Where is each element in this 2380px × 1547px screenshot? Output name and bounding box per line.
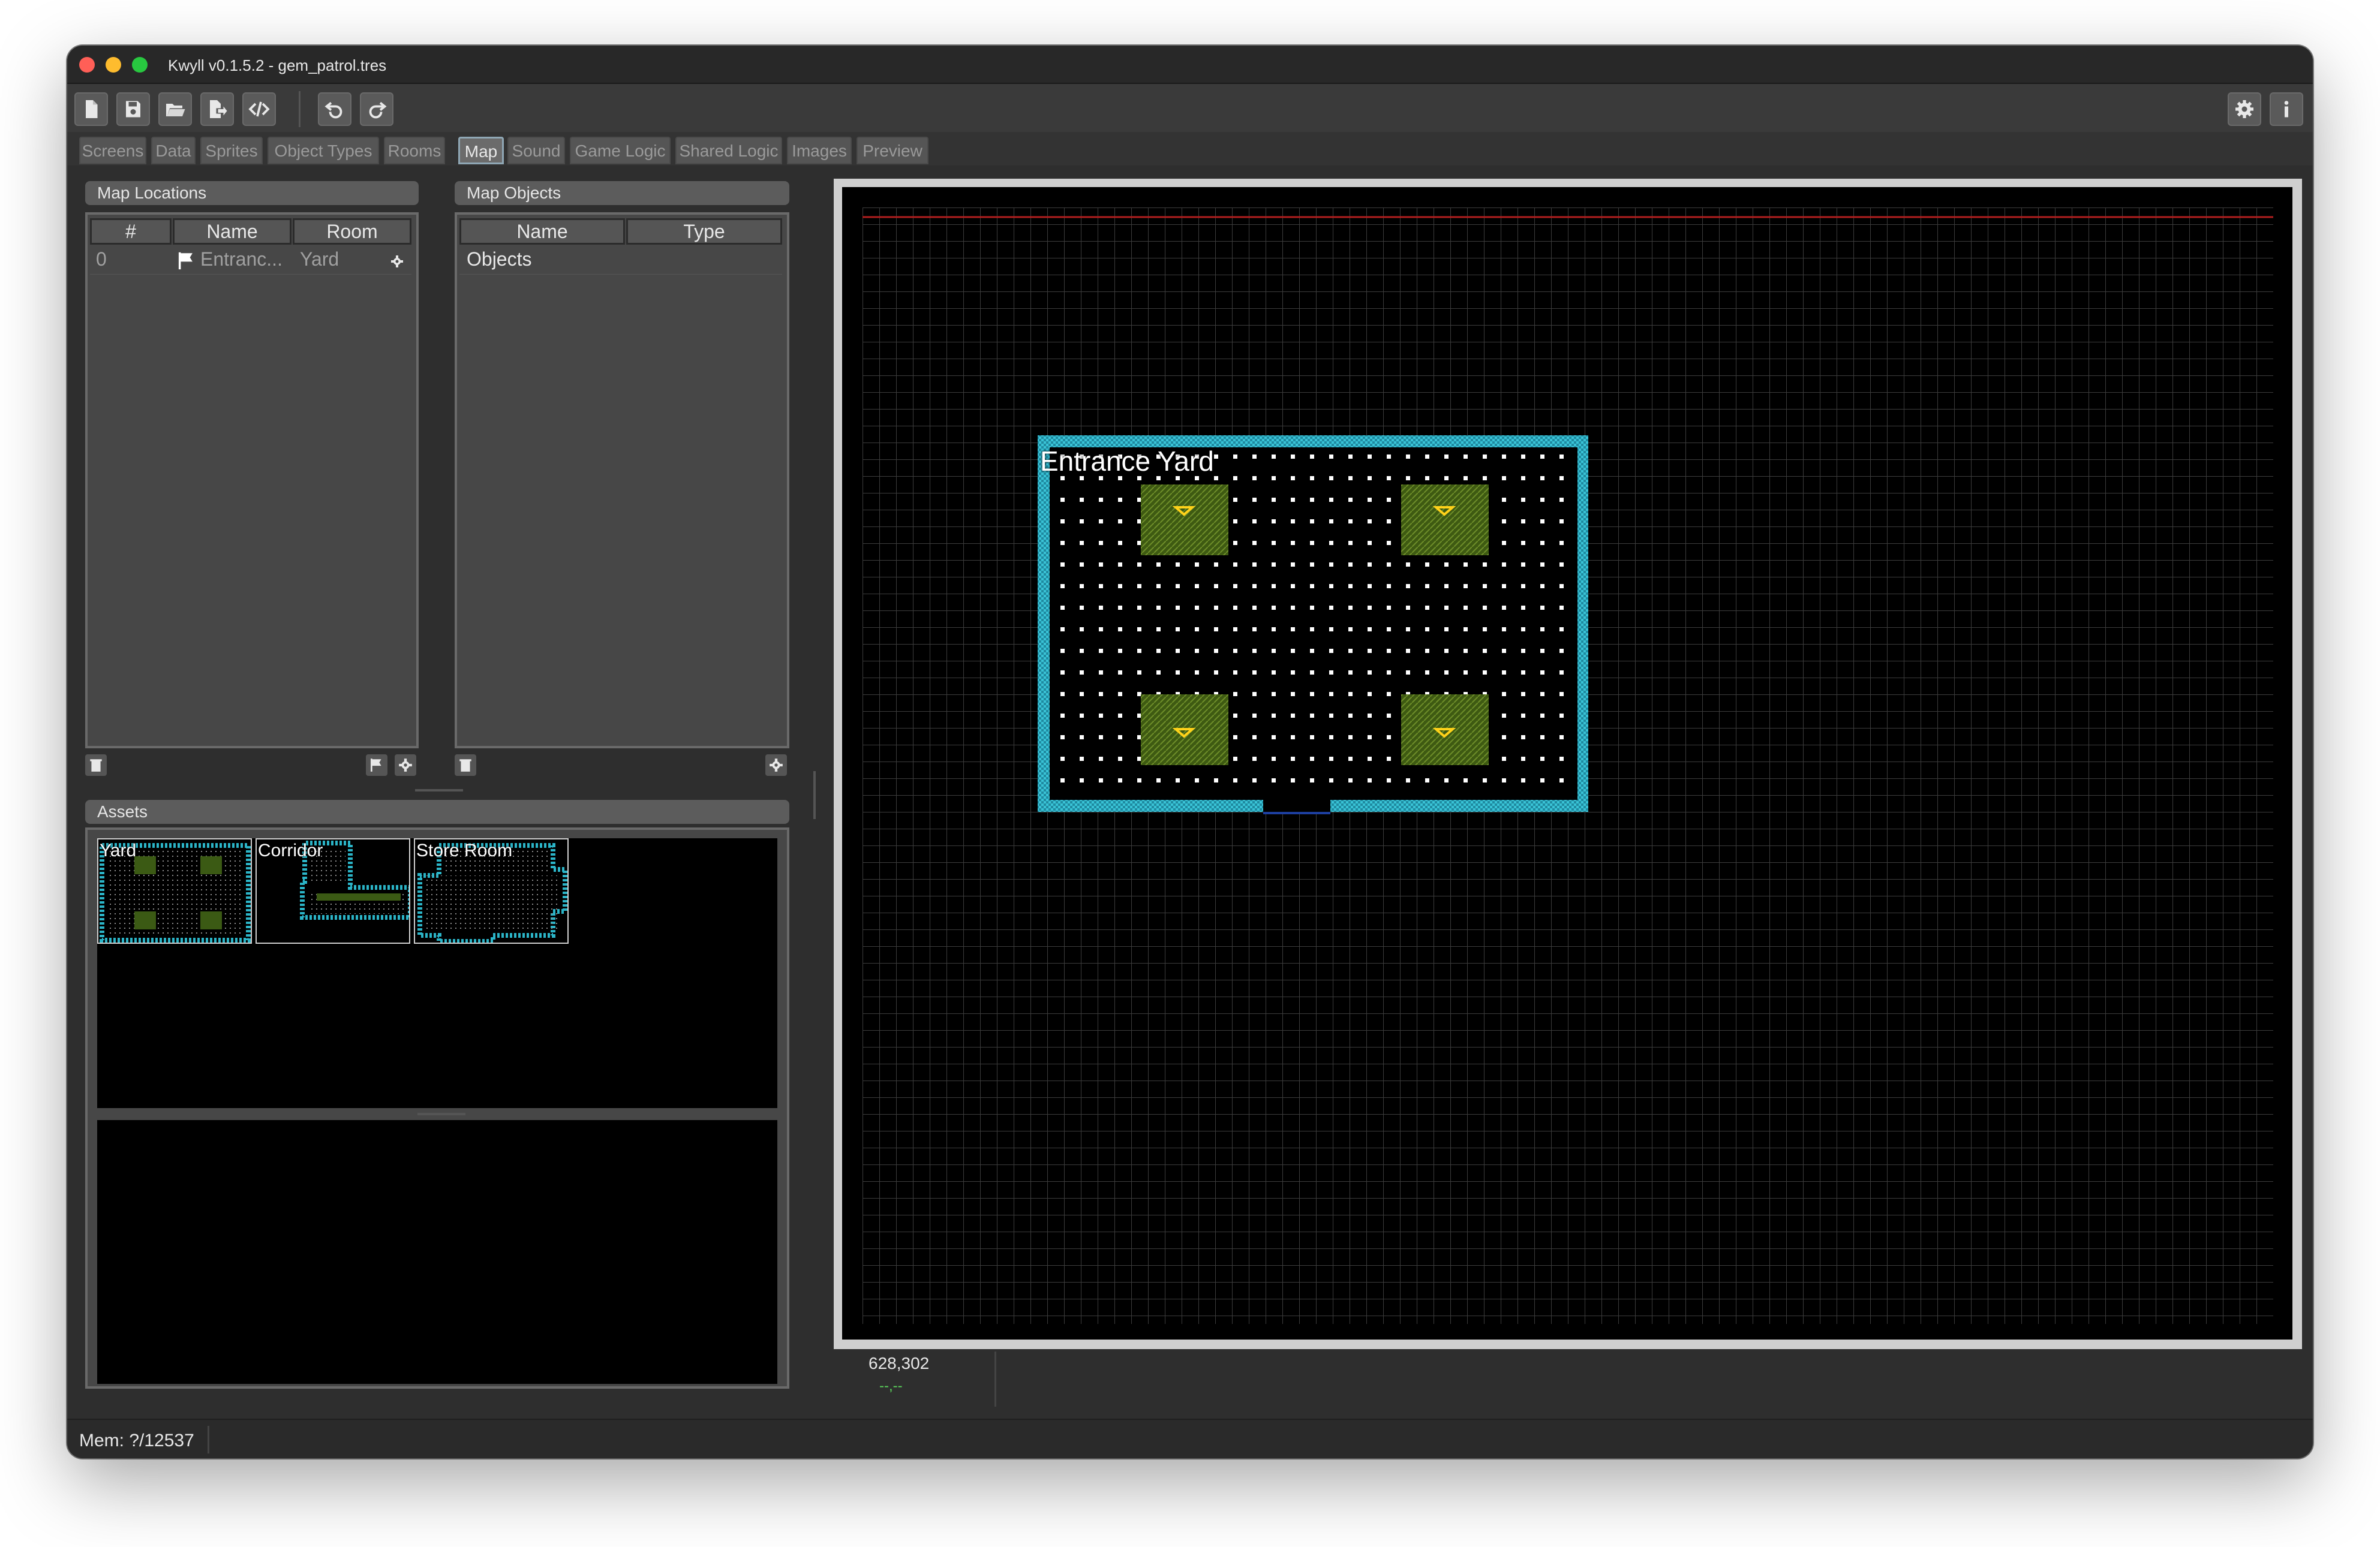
close-window-button[interactable]: [79, 57, 95, 73]
redo-button[interactable]: [360, 92, 393, 126]
code-button[interactable]: [242, 92, 276, 126]
map-objects-list: Name Type Objects: [455, 212, 789, 748]
column-name[interactable]: Name: [173, 218, 292, 245]
undo-button[interactable]: [318, 92, 351, 126]
trash-icon: [90, 759, 102, 772]
object-row[interactable]: Objects: [459, 246, 782, 275]
tab-images[interactable]: Images: [787, 137, 852, 164]
asset-label-yard: Yard: [100, 841, 137, 860]
gear-icon: [770, 759, 783, 772]
vertical-splitter-handle[interactable]: [813, 771, 816, 819]
status-bar: Mem: ?/12537: [67, 1419, 2313, 1458]
toolbar: [67, 84, 2313, 132]
info-icon: [2284, 101, 2289, 118]
location-row[interactable]: 0 Entranc... Yard: [90, 246, 411, 275]
new-file-button[interactable]: [74, 92, 108, 126]
title-bar: Kwyll v0.1.5.2 - gem_patrol.tres: [67, 46, 2313, 84]
window-title: Kwyll v0.1.5.2 - gem_patrol.tres: [168, 56, 387, 74]
minimize-window-button[interactable]: [106, 57, 121, 73]
column-object-type[interactable]: Type: [626, 218, 782, 245]
tab-preview[interactable]: Preview: [857, 137, 928, 164]
settings-button[interactable]: [2228, 92, 2261, 126]
code-icon: [248, 101, 270, 117]
add-location-button[interactable]: [366, 754, 387, 776]
memory-status: Mem: ?/12537: [79, 1431, 194, 1450]
tab-rooms[interactable]: Rooms: [384, 137, 445, 164]
object-name: Objects: [467, 248, 532, 270]
export-button[interactable]: [200, 92, 234, 126]
delete-object-button[interactable]: [455, 754, 476, 776]
selection-coordinates: --,--: [879, 1378, 903, 1394]
app-window: Kwyll v0.1.5.2 - gem_patrol.tres Screens…: [67, 46, 2313, 1458]
new-file-icon: [86, 100, 98, 118]
open-folder-button[interactable]: [158, 92, 192, 126]
location-name: Entranc...: [200, 248, 283, 270]
gear-icon: [2235, 100, 2253, 118]
tab-screens[interactable]: Screens: [79, 137, 146, 164]
location-settings-button[interactable]: [395, 754, 416, 776]
location-gear-icon[interactable]: [390, 254, 404, 269]
tab-map[interactable]: Map: [458, 137, 504, 164]
tab-game-logic[interactable]: Game Logic: [570, 137, 671, 164]
horizontal-splitter-handle[interactable]: [415, 789, 463, 791]
assets-panel: Yard Corridor Store Room: [85, 827, 789, 1389]
delete-location-button[interactable]: [85, 754, 107, 776]
maximize-window-button[interactable]: [132, 57, 148, 73]
tab-sprites[interactable]: Sprites: [200, 137, 263, 164]
coords-separator: [994, 1352, 996, 1407]
assets-header: Assets: [85, 800, 789, 824]
map-locations-header: Map Locations: [85, 181, 419, 205]
asset-label-store-room: Store Room: [416, 841, 513, 860]
flag-icon: [178, 252, 193, 270]
map-objects-header: Map Objects: [455, 181, 789, 205]
map-locations-list: # Name Room 0 Entranc... Yard: [85, 212, 419, 748]
flag-icon: [370, 759, 381, 772]
asset-label-corridor: Corridor: [258, 841, 323, 860]
map-canvas[interactable]: Entrance Yard: [842, 187, 2292, 1340]
export-icon: [210, 100, 227, 118]
room-label: Entrance Yard: [1040, 446, 1214, 477]
asset-thumb-yard[interactable]: Yard: [97, 838, 252, 944]
tab-object-types[interactable]: Object Types: [268, 137, 379, 164]
redo-icon: [369, 102, 387, 119]
toolbar-separator: [299, 91, 300, 127]
column-object-name[interactable]: Name: [459, 218, 625, 245]
gear-icon: [399, 759, 412, 772]
save-icon: [126, 101, 140, 118]
location-index: 0: [96, 248, 107, 270]
open-folder-icon: [166, 104, 185, 116]
main-tabs: Screens Data Sprites Object Types Rooms …: [67, 132, 2313, 165]
room-entrance-yard[interactable]: [1038, 435, 1588, 814]
assets-top-area: Yard Corridor Store Room: [97, 838, 777, 1108]
status-separator: [208, 1426, 209, 1453]
location-room: Yard: [300, 248, 339, 270]
assets-bottom-area: [97, 1120, 777, 1384]
asset-thumb-corridor[interactable]: Corridor: [256, 838, 410, 944]
map-grid: [863, 207, 2273, 1324]
column-index[interactable]: #: [90, 218, 172, 245]
cursor-coordinates: 628,302: [869, 1354, 930, 1373]
undo-icon: [324, 102, 342, 119]
column-room[interactable]: Room: [293, 218, 411, 245]
info-button[interactable]: [2270, 92, 2303, 126]
tab-data[interactable]: Data: [151, 137, 196, 164]
save-button[interactable]: [116, 92, 150, 126]
asset-thumb-store-room[interactable]: Store Room: [414, 838, 569, 944]
tab-shared-logic[interactable]: Shared Logic: [675, 137, 782, 164]
object-settings-button[interactable]: [765, 754, 787, 776]
assets-splitter-handle[interactable]: [417, 1113, 465, 1115]
tab-sound[interactable]: Sound: [507, 137, 565, 164]
trash-icon: [459, 759, 471, 772]
